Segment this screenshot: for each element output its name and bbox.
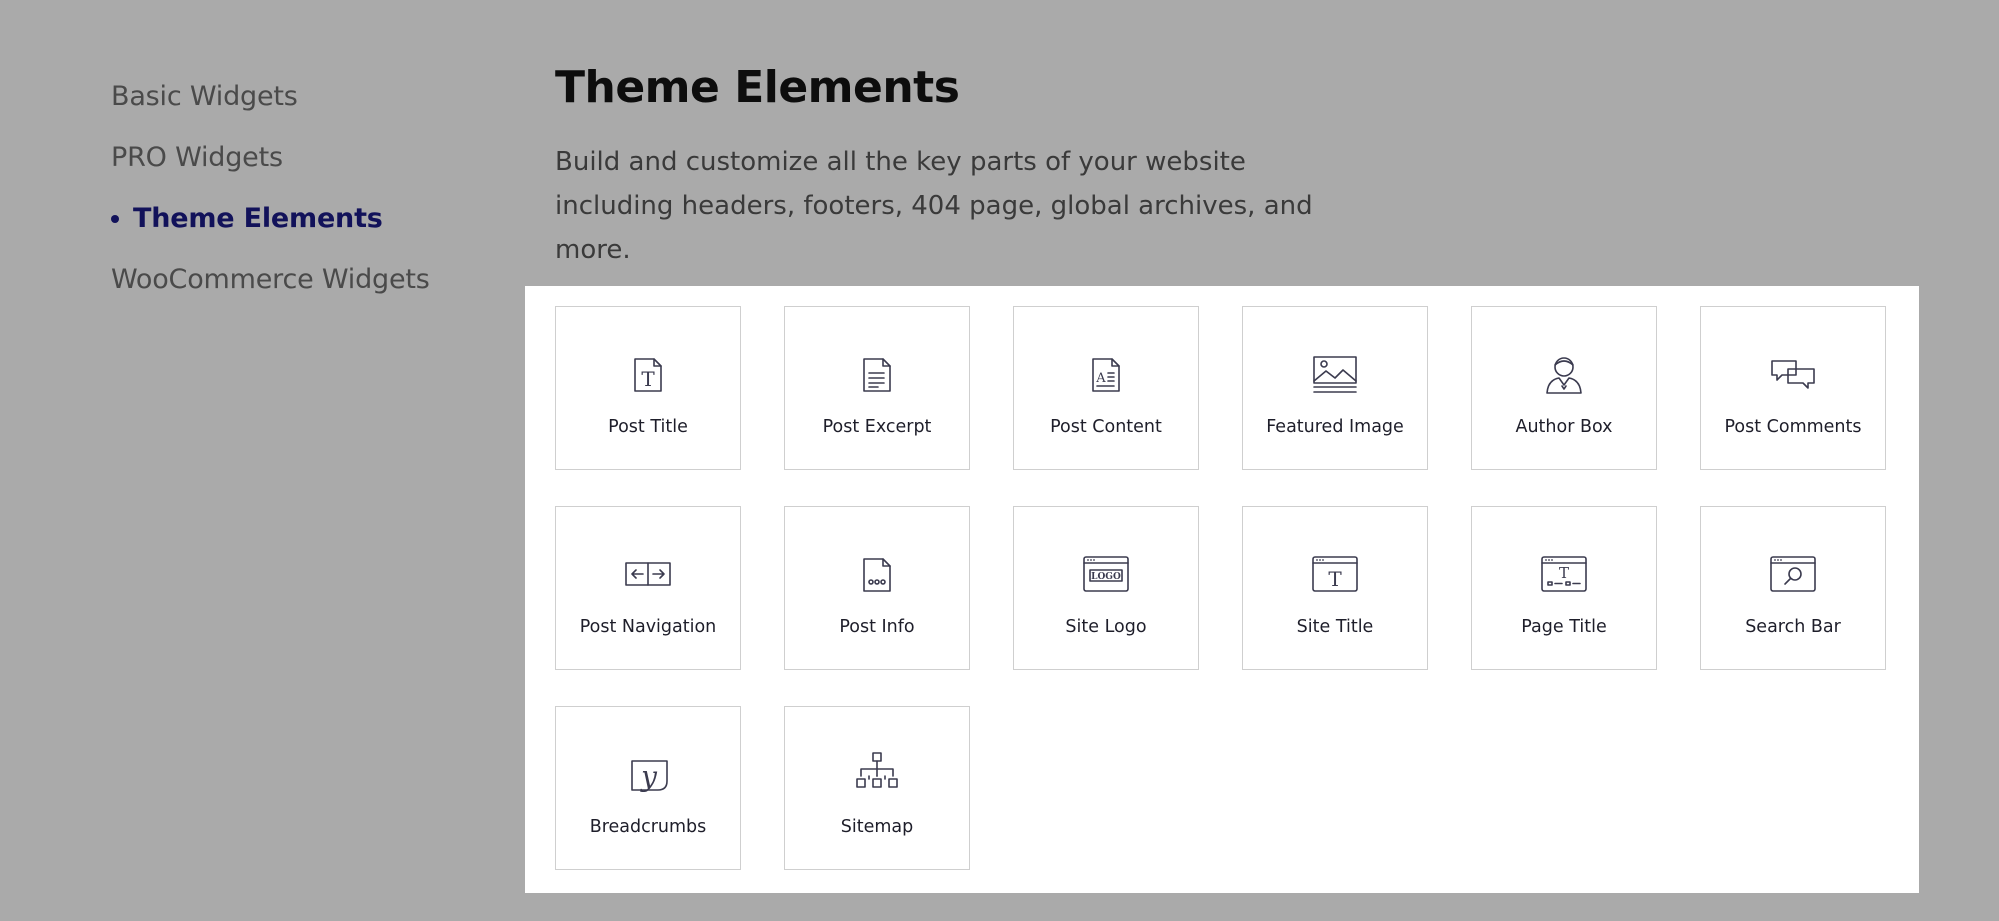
site-logo-icon: LOGO [1081,549,1131,599]
widget-tile-site-title[interactable]: T Site Title [1242,506,1428,670]
svg-text:y: y [639,760,658,793]
sidebar-item-woocommerce-widgets[interactable]: WooCommerce Widgets [111,249,430,310]
page-description: Build and customize all the key parts of… [555,147,1313,265]
widget-tile-post-excerpt[interactable]: Post Excerpt [784,306,970,470]
page-title-icon: T [1539,549,1589,599]
sidebar-item-pro-widgets[interactable]: PRO Widgets [111,127,430,188]
sidebar: Basic Widgets PRO Widgets Theme Elements… [111,66,430,310]
post-navigation-icon [623,549,673,599]
widget-tile-search-bar[interactable]: Search Bar [1700,506,1886,670]
widget-label: Post Title [608,417,688,437]
sidebar-item-theme-elements[interactable]: Theme Elements [111,188,430,249]
svg-text:T: T [1559,564,1569,582]
widget-tile-post-title[interactable]: T Post Title [555,306,741,470]
widget-tile-post-navigation[interactable]: Post Navigation [555,506,741,670]
search-bar-icon [1768,549,1818,599]
sidebar-item-label: Basic Widgets [111,81,298,112]
widget-tile-featured-image[interactable]: Featured Image [1242,306,1428,470]
widget-label: Post Content [1050,417,1162,437]
sidebar-item-label: PRO Widgets [111,142,283,173]
post-info-icon [852,549,902,599]
svg-text:A: A [1095,371,1106,386]
widget-tile-author-box[interactable]: Author Box [1471,306,1657,470]
svg-text:LOGO: LOGO [1091,572,1121,582]
widget-label: Post Info [839,617,915,637]
widget-label: Author Box [1515,417,1613,437]
widget-label: Featured Image [1266,417,1404,437]
widget-tile-breadcrumbs[interactable]: y Breadcrumbs [555,706,741,870]
widget-label: Site Title [1296,617,1374,637]
sidebar-item-label: WooCommerce Widgets [111,264,430,295]
widget-tile-post-content[interactable]: A Post Content [1013,306,1199,470]
widget-label: Page Title [1521,617,1607,637]
widget-label: Site Logo [1065,617,1147,637]
post-title-icon: T [623,349,673,399]
featured-image-icon [1310,349,1360,399]
widget-label: Search Bar [1745,617,1841,637]
svg-text:T: T [641,367,655,391]
active-bullet-icon [111,214,119,223]
svg-text:T: T [1328,567,1342,591]
site-title-icon: T [1310,549,1360,599]
post-content-icon: A [1081,349,1131,399]
widget-tile-post-comments[interactable]: Post Comments [1700,306,1886,470]
widget-label: Breadcrumbs [589,817,707,837]
widget-tile-page-title[interactable]: T Page Title [1471,506,1657,670]
widget-tile-post-info[interactable]: Post Info [784,506,970,670]
widget-label: Post Comments [1724,417,1862,437]
sitemap-icon [852,749,902,799]
widget-label: Post Navigation [579,617,717,637]
widget-tile-site-logo[interactable]: LOGO Site Logo [1013,506,1199,670]
sidebar-item-label: Theme Elements [133,203,383,234]
widget-label: Post Excerpt [822,417,932,437]
widget-grid-panel: T Post Title Post Excerpt A Post Content [525,286,1919,893]
breadcrumbs-icon: y [623,749,673,799]
page-title: Theme Elements [555,62,960,113]
widget-tile-sitemap[interactable]: Sitemap [784,706,970,870]
widget-label: Sitemap [840,817,914,837]
sidebar-item-basic-widgets[interactable]: Basic Widgets [111,66,430,127]
author-box-icon [1539,349,1589,399]
post-excerpt-icon [852,349,902,399]
post-comments-icon [1768,349,1818,399]
